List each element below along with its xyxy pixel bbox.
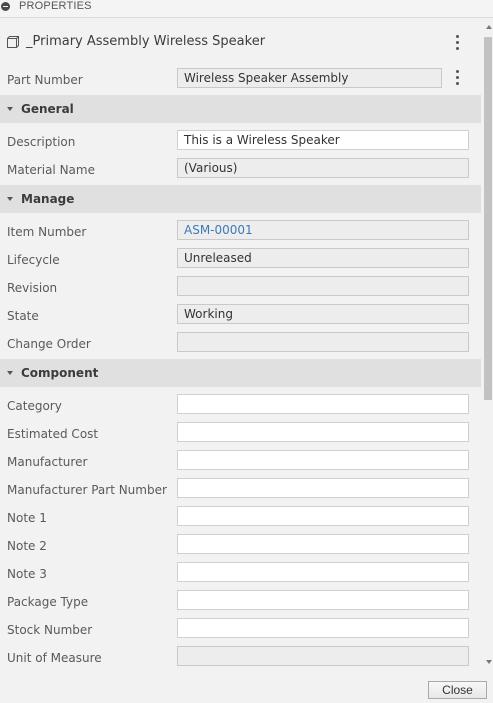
description-field[interactable]: This is a Wireless Speaker xyxy=(177,130,469,150)
item-number-row: Item Number ASM-00001 xyxy=(0,218,481,246)
part-number-label: Part Number xyxy=(7,73,83,87)
item-number-link[interactable]: ASM-00001 xyxy=(177,220,469,240)
estimated-cost-row: Estimated Cost xyxy=(0,420,481,448)
manufacturer-field[interactable] xyxy=(177,450,469,470)
material-name-row: Material Name (Various) xyxy=(0,156,481,184)
manufacturer-row: Manufacturer xyxy=(0,448,481,476)
material-name-field: (Various) xyxy=(177,158,469,178)
caret-down-icon xyxy=(7,197,13,201)
lifecycle-field: Unreleased xyxy=(177,248,469,268)
scroll-down-arrow-icon[interactable] xyxy=(486,660,492,664)
manufacturer-part-number-row: Manufacturer Part Number xyxy=(0,476,481,504)
estimated-cost-field[interactable] xyxy=(177,422,469,442)
change-order-label: Change Order xyxy=(7,337,91,351)
section-manage-header[interactable]: Manage xyxy=(0,185,481,213)
section-component-header[interactable]: Component xyxy=(0,359,481,387)
note-3-field[interactable] xyxy=(177,562,469,582)
scrollbar-thumb[interactable] xyxy=(484,37,492,400)
caret-down-icon xyxy=(7,107,13,111)
component-cube-icon xyxy=(7,36,19,48)
note-1-field[interactable] xyxy=(177,506,469,526)
change-order-field xyxy=(177,332,469,352)
estimated-cost-label: Estimated Cost xyxy=(7,427,99,441)
panel-titlebar: PROPERTIES xyxy=(0,0,493,18)
scroll-up-arrow-icon[interactable] xyxy=(486,25,492,29)
description-row: Description This is a Wireless Speaker xyxy=(0,128,481,156)
revision-label: Revision xyxy=(7,281,58,295)
properties-content: _Primary Assembly Wireless Speaker Part … xyxy=(0,18,481,670)
section-component-title: Component xyxy=(21,366,99,380)
package-type-row: Package Type xyxy=(0,588,481,616)
package-type-label: Package Type xyxy=(7,595,89,609)
category-field[interactable] xyxy=(177,394,469,414)
revision-row: Revision xyxy=(0,274,481,302)
manufacturer-part-number-label: Manufacturer Part Number xyxy=(7,483,167,497)
note-2-field[interactable] xyxy=(177,534,469,554)
category-label: Category xyxy=(7,399,62,413)
note-2-row: Note 2 xyxy=(0,532,481,560)
stock-number-label: Stock Number xyxy=(7,623,93,637)
lifecycle-row: Lifecycle Unreleased xyxy=(0,246,481,274)
category-row: Category xyxy=(0,392,481,420)
note-3-row: Note 3 xyxy=(0,560,481,588)
unit-of-measure-label: Unit of Measure xyxy=(7,651,102,665)
panel-title: PROPERTIES xyxy=(19,0,92,12)
section-general-title: General xyxy=(21,102,74,116)
state-field: Working xyxy=(177,304,469,324)
section-manage-title: Manage xyxy=(21,192,75,206)
material-name-label: Material Name xyxy=(7,163,95,177)
unit-of-measure-row: Unit of Measure xyxy=(0,644,481,670)
stock-number-row: Stock Number xyxy=(0,616,481,644)
manufacturer-label: Manufacturer xyxy=(7,455,88,469)
note-1-label: Note 1 xyxy=(7,511,47,525)
state-label: State xyxy=(7,309,39,323)
description-label: Description xyxy=(7,135,76,149)
change-order-row: Change Order xyxy=(0,330,481,358)
unit-of-measure-field xyxy=(177,646,469,666)
package-type-field[interactable] xyxy=(177,590,469,610)
assembly-name: _Primary Assembly Wireless Speaker xyxy=(26,34,266,49)
part-number-row: Part Number Wireless Speaker Assembly xyxy=(0,66,481,94)
state-row: State Working xyxy=(0,302,481,330)
assembly-header: _Primary Assembly Wireless Speaker xyxy=(0,30,481,54)
collapse-icon[interactable] xyxy=(1,2,10,11)
caret-down-icon xyxy=(7,371,13,375)
stock-number-field[interactable] xyxy=(177,618,469,638)
lifecycle-label: Lifecycle xyxy=(7,253,60,267)
section-general-header[interactable]: General xyxy=(0,95,481,123)
close-button[interactable]: Close xyxy=(428,681,487,699)
part-number-more-options-icon[interactable] xyxy=(452,69,462,87)
assembly-more-options-icon[interactable] xyxy=(452,34,462,52)
part-number-field[interactable]: Wireless Speaker Assembly xyxy=(177,68,442,88)
note-1-row: Note 1 xyxy=(0,504,481,532)
manufacturer-part-number-field[interactable] xyxy=(177,478,469,498)
item-number-label: Item Number xyxy=(7,225,87,239)
note-3-label: Note 3 xyxy=(7,567,47,581)
note-2-label: Note 2 xyxy=(7,539,47,553)
revision-field xyxy=(177,276,469,296)
